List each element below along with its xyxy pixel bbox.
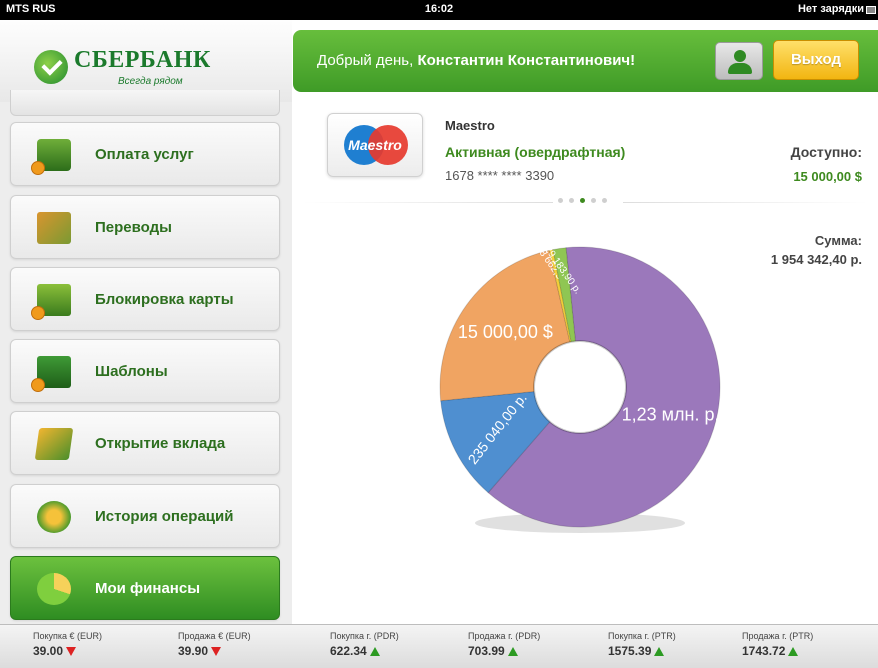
sberbank-logo-icon — [34, 50, 68, 84]
sidebar: СБЕРБАНК Всегда рядом Оплата услуг Перев… — [0, 20, 292, 624]
donut-hole — [533, 340, 627, 434]
rate-item: Покупка € (EUR) 39.00 — [33, 631, 102, 658]
sidebar-item-label: Шаблоны — [95, 363, 168, 380]
rate-item: Продажа г. (PDR) 703.99 — [468, 631, 540, 658]
brand-name: СБЕРБАНК — [74, 47, 211, 73]
rate-item: Продажа € (EUR) 39.90 — [178, 631, 251, 658]
sidebar-item-label: Мои финансы — [95, 580, 201, 597]
card-name: Maestro — [445, 118, 495, 133]
greeting: Добрый день, Константин Константинович! — [317, 52, 635, 69]
rate-label: Продажа € (EUR) — [178, 631, 251, 641]
user-name: Константин Константинович! — [417, 52, 636, 69]
exchange-rates-bar: Покупка € (EUR) 39.00 Продажа € (EUR) 39.90… — [0, 624, 878, 668]
lock-icon — [31, 284, 71, 320]
main-panel: Maestro Maestro Активная (овердрафтная) … — [293, 92, 878, 624]
rate-value: 1743.72 — [742, 644, 786, 658]
arrow-up-icon — [369, 647, 380, 657]
card-status: Активная (овердрафтная) — [445, 144, 626, 160]
rate-label: Покупка г. (PTR) — [608, 631, 676, 641]
rate-value: 622.34 — [330, 644, 367, 658]
finances-donut-chart[interactable]: 1,23 млн. р.235 040,00 р.15 000,00 $8 66… — [293, 202, 878, 624]
arrow-down-icon — [66, 647, 77, 657]
rate-value: 703.99 — [468, 644, 505, 658]
clock: 16:02 — [424, 3, 454, 15]
rate-item: Продажа г. (PTR) 1743.72 — [742, 631, 813, 658]
rate-label: Покупка € (EUR) — [33, 631, 103, 641]
arrow-up-icon — [788, 647, 799, 657]
sidebar-item-transfers[interactable]: Переводы — [10, 195, 280, 259]
rate-value: 1575.39 — [608, 644, 652, 658]
deposit-icon — [34, 428, 74, 460]
available-value: 15 000,00 $ — [793, 169, 862, 184]
card-logo-text: Maestro — [348, 137, 402, 153]
sidebar-item-label: Блокировка карты — [95, 291, 234, 308]
rate-label: Покупка г. (PDR) — [330, 631, 399, 641]
arrow-up-icon — [654, 647, 665, 657]
sidebar-item-templates[interactable]: Шаблоны — [10, 339, 280, 403]
arrow-up-icon — [507, 647, 518, 657]
arrow-down-icon — [211, 647, 222, 657]
battery-status: Нет зарядки — [797, 3, 864, 15]
user-icon — [734, 50, 746, 62]
sidebar-item-open-deposit[interactable]: Открытие вклада — [10, 411, 280, 475]
sidebar-item-partial[interactable] — [10, 90, 280, 116]
card-image[interactable]: Maestro — [327, 113, 423, 177]
status-bar: MTS RUS 16:02 Нет зарядки — [0, 0, 878, 20]
rate-value: 39.00 — [33, 644, 64, 658]
brand-slogan: Всегда рядом — [118, 76, 183, 87]
sidebar-item-payments[interactable]: Оплата услуг — [10, 122, 280, 186]
folder-icon — [31, 356, 71, 392]
sidebar-item-my-finances[interactable]: Мои финансы — [10, 556, 280, 620]
available-label: Доступно: — [790, 144, 862, 160]
rate-label: Продажа г. (PDR) — [468, 631, 541, 641]
rate-value: 39.90 — [178, 644, 209, 658]
history-icon — [37, 501, 71, 533]
rate-item: Покупка г. (PDR) 622.34 — [330, 631, 399, 658]
sidebar-item-label: Оплата услуг — [95, 146, 194, 163]
pie-slice-label: 1,23 млн. р. — [622, 405, 720, 425]
pie-slice-label: 15 000,00 $ — [458, 322, 553, 342]
sidebar-item-label: Открытие вклада — [95, 435, 226, 452]
greeting-prefix: Добрый день, — [317, 52, 414, 69]
rate-label: Продажа г. (PTR) — [742, 631, 814, 641]
sidebar-item-history[interactable]: История операций — [10, 484, 280, 548]
transfer-icon — [37, 212, 71, 244]
profile-button[interactable] — [715, 42, 763, 80]
header-bar: Добрый день, Константин Константинович! … — [293, 30, 878, 92]
rate-item: Покупка г. (PTR) 1575.39 — [608, 631, 676, 658]
pie-chart-icon — [37, 573, 71, 605]
card-number: 1678 **** **** 3390 — [445, 168, 555, 183]
wallet-icon — [31, 139, 71, 175]
sidebar-item-block-card[interactable]: Блокировка карты — [10, 267, 280, 331]
logout-button[interactable]: Выход — [773, 40, 859, 80]
sidebar-item-label: История операций — [95, 508, 234, 525]
battery-icon — [866, 6, 876, 14]
sidebar-item-label: Переводы — [95, 219, 172, 236]
